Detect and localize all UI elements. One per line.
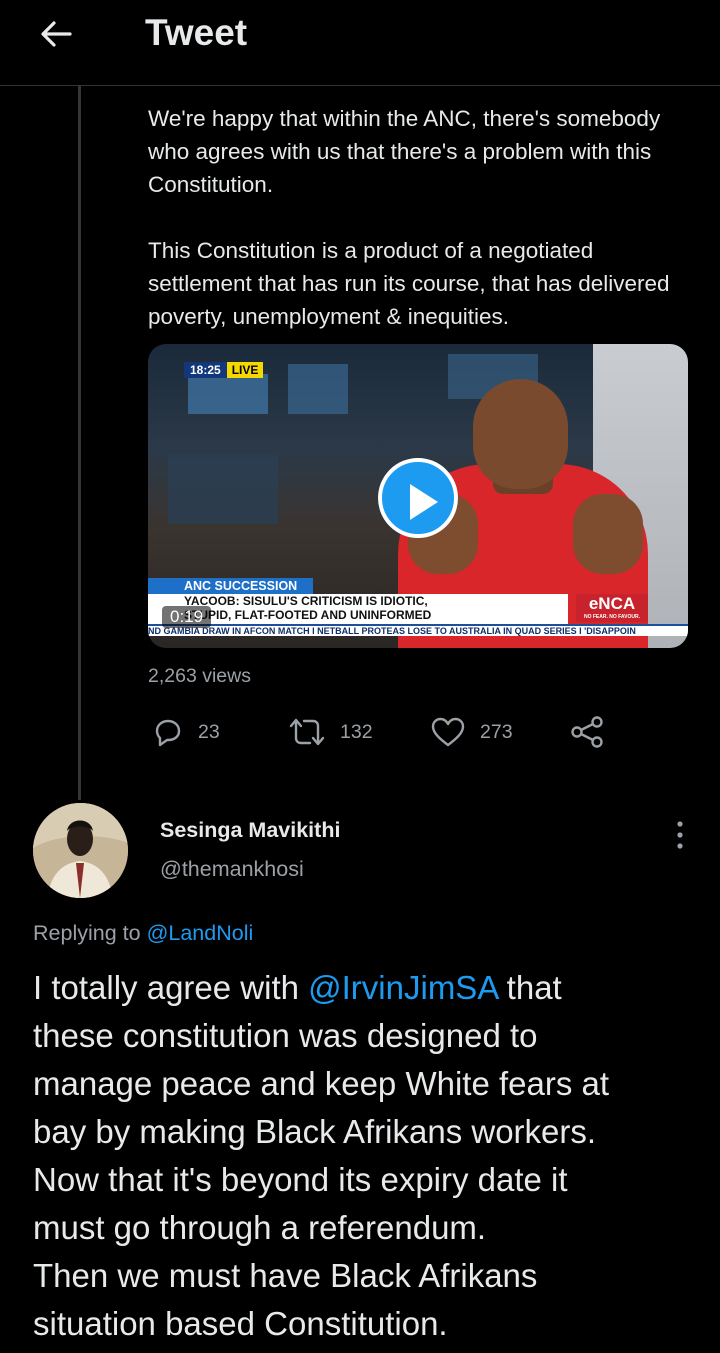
reply-text-line: Now that it's beyond its expiry date it xyxy=(33,1161,568,1198)
tweet-paragraph: We're happy that within the ANC, there's… xyxy=(148,106,667,197)
reply-text-line: manage peace and keep White fears at xyxy=(33,1065,610,1102)
play-button[interactable] xyxy=(378,458,458,538)
reply-text-line: bay by making Black Afrikans workers. xyxy=(33,1113,597,1150)
live-badge: LIVE xyxy=(226,362,264,378)
reply-icon xyxy=(155,719,181,747)
headline-line: STUPID, FLAT-FOOTED AND UNINFORMED xyxy=(184,608,432,622)
reply-text-line: Then we must have Black Afrikans xyxy=(33,1257,538,1294)
channel-slogan: NO FEAR. NO FAVOUR. xyxy=(583,614,641,620)
reply-text-line: must go through a referendum. xyxy=(33,1209,487,1246)
view-count: 2,263 views xyxy=(148,665,251,687)
like-count: 273 xyxy=(480,720,513,743)
heart-icon xyxy=(431,717,465,747)
replying-to-label: Replying to xyxy=(33,921,141,945)
reply-button[interactable]: 23 xyxy=(152,712,220,752)
reply-text-segment: I totally agree with xyxy=(33,969,309,1006)
tweet-text: We're happy that within the ANC, there's… xyxy=(148,102,693,333)
back-arrow-icon[interactable] xyxy=(36,14,76,54)
headline-line: YACOOB: SISULU'S CRITICISM IS IDIOTIC, xyxy=(184,594,428,608)
channel-logo: eNCA NO FEAR. NO FAVOUR. xyxy=(576,594,648,622)
tweet-paragraph: This Constitution is a product of a nego… xyxy=(148,238,676,329)
retweet-button[interactable]: 132 xyxy=(288,712,373,752)
reply-text-line: situation based Constitution. xyxy=(33,1305,448,1342)
author-name[interactable]: Sesinga Mavikithi xyxy=(160,818,340,843)
video-player[interactable]: 18:25 LIVE ANC SUCCESSION YACOOB: SISULU… xyxy=(148,344,688,648)
reply-text-line: I totally agree with @IrvinJimSA that xyxy=(33,964,703,1012)
reply-text-line: these constitution was designed to xyxy=(33,1017,538,1054)
share-icon xyxy=(571,716,603,748)
news-lower-third: ANC SUCCESSION YACOOB: SISULU'S CRITICIS… xyxy=(148,578,688,648)
video-duration: 0:19 xyxy=(162,606,212,628)
share-button[interactable] xyxy=(570,712,620,752)
live-indicator: 18:25 LIVE xyxy=(184,362,264,378)
reply-text: I totally agree with @IrvinJimSA that th… xyxy=(33,964,703,1348)
page-title: Tweet xyxy=(145,12,248,53)
channel-logo-text: eNCA xyxy=(588,594,636,613)
retweet-count: 132 xyxy=(340,720,373,743)
segment-tag: ANC SUCCESSION xyxy=(148,578,313,594)
replying-to: Replying to @LandNoli xyxy=(33,921,253,946)
author-handle[interactable]: @themankhosi xyxy=(160,857,304,882)
reply-text-segment: that xyxy=(497,969,562,1006)
tweet-actions: 23 132 273 xyxy=(148,712,618,752)
thread-connector xyxy=(78,86,81,800)
mention-link[interactable]: @IrvinJimSA xyxy=(308,969,497,1006)
reply-count: 23 xyxy=(198,720,220,743)
top-bar: Tweet xyxy=(0,0,720,86)
like-button[interactable]: 273 xyxy=(430,712,513,752)
replying-to-link[interactable]: @LandNoli xyxy=(147,921,254,945)
retweet-icon xyxy=(289,718,325,746)
avatar[interactable] xyxy=(33,803,128,898)
news-ticker: ND GAMBIA DRAW IN AFCON MATCH I NETBALL … xyxy=(148,624,688,636)
broadcast-clock: 18:25 xyxy=(184,362,227,378)
more-options-icon[interactable] xyxy=(668,818,692,852)
